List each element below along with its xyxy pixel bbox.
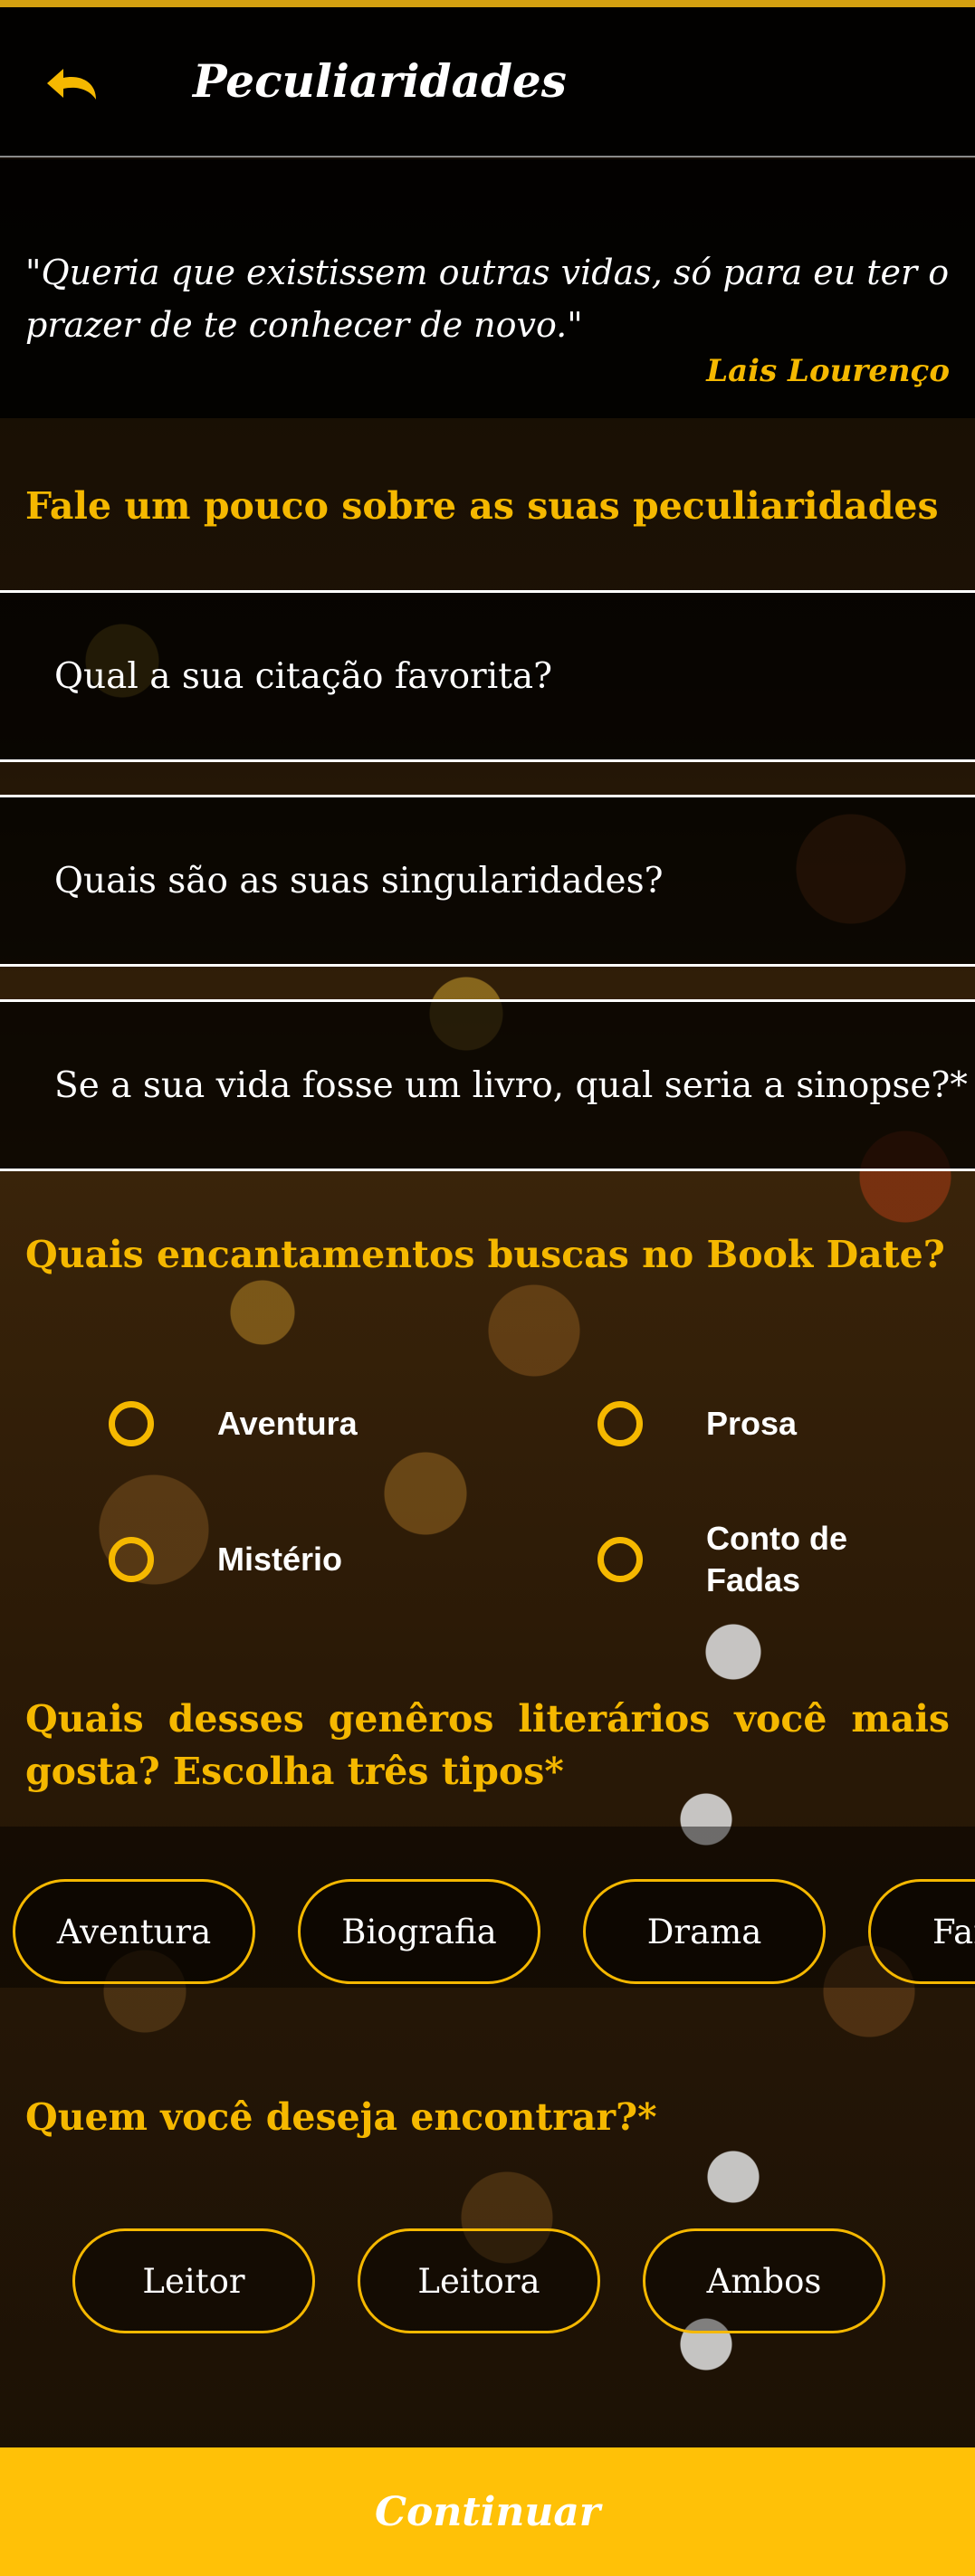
enchantments-section-title: Quais encantamentos buscas no Book Date? xyxy=(25,1233,945,1276)
radio-label: Mistério xyxy=(217,1541,343,1578)
meet-chip-leitora[interactable]: Leitora xyxy=(358,2228,600,2333)
radio-button-icon[interactable] xyxy=(109,1537,154,1582)
page-title: Peculiaridades xyxy=(193,54,567,108)
radio-button-icon[interactable] xyxy=(597,1401,643,1446)
radio-label: Prosa xyxy=(706,1405,798,1442)
undo-arrow-icon[interactable] xyxy=(43,62,107,107)
radio-option-prosa[interactable]: Prosa xyxy=(597,1401,797,1446)
genre-chip-drama[interactable]: Drama xyxy=(583,1879,826,1984)
meet-chip-ambos[interactable]: Ambos xyxy=(643,2228,885,2333)
radio-option-aventura[interactable]: Aventura xyxy=(109,1401,358,1446)
peculiarities-section-title: Fale um pouco sobre as suas peculiaridad… xyxy=(25,484,939,528)
genre-chip-fantasia[interactable]: Fantasia xyxy=(868,1879,975,1984)
continue-button[interactable]: Continuar xyxy=(0,2447,975,2576)
app-bar: Peculiaridades xyxy=(0,7,975,157)
radio-option-conto-de-fadas[interactable]: Conto de Fadas xyxy=(597,1520,847,1598)
meet-chip-leitor[interactable]: Leitor xyxy=(72,2228,315,2333)
meet-section-title: Quem você deseja encontrar?* xyxy=(25,2095,657,2139)
radio-button-icon[interactable] xyxy=(597,1537,643,1582)
favorite-quote-field[interactable]: Qual a sua citação favorita? xyxy=(0,590,975,762)
life-synopsis-field[interactable]: Se a sua vida fosse um livro, qual seria… xyxy=(0,999,975,1171)
singularities-field[interactable]: Quais são as suas singularidades? xyxy=(0,795,975,967)
quote-text: "Queria que existissem outras vidas, só … xyxy=(25,253,950,345)
quote-block: "Queria que existissem outras vidas, só … xyxy=(0,159,975,418)
radio-label: Aventura xyxy=(217,1405,358,1442)
radio-label: Conto de Fadas xyxy=(706,1520,847,1598)
quote-author: Lais Lourenço xyxy=(706,353,950,389)
radio-button-icon[interactable] xyxy=(109,1401,154,1446)
radio-option-misterio[interactable]: Mistério xyxy=(109,1537,342,1582)
status-accent-line xyxy=(0,0,975,7)
genre-chip-biografia[interactable]: Biografia xyxy=(298,1879,540,1984)
genre-chip-list[interactable]: Aventura Biografia Drama Fantasia xyxy=(0,1827,975,1988)
genres-section-title: Quais desses genêros literários você mai… xyxy=(25,1697,950,1793)
genre-chip-aventura[interactable]: Aventura xyxy=(13,1879,255,1984)
